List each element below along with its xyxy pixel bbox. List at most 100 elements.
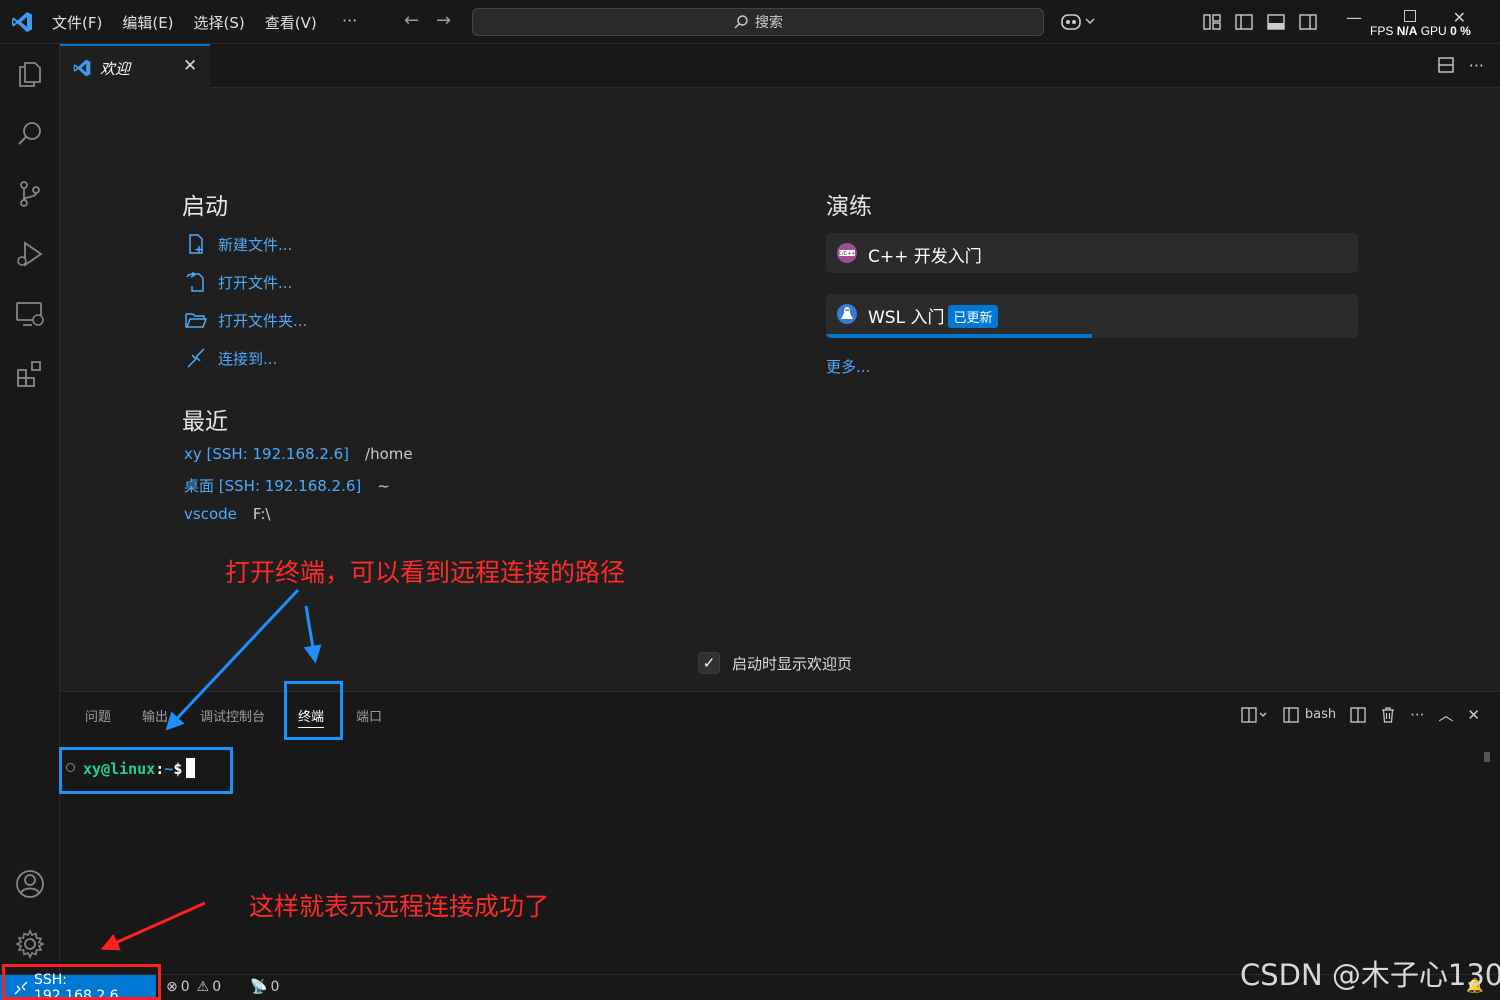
show-welcome-checkbox[interactable]: ✓ xyxy=(698,652,720,674)
new-file-icon xyxy=(189,234,203,254)
activity-bar xyxy=(0,44,60,974)
menu-view[interactable]: 查看(V) xyxy=(265,12,327,33)
terminal-shell-selector[interactable]: bash xyxy=(1283,706,1337,723)
walkthrough-wsl-title: WSL 入门 xyxy=(868,308,945,328)
svg-text:C/C++: C/C++ xyxy=(838,251,855,257)
maximize-panel-icon[interactable]: ︿ xyxy=(1438,704,1453,725)
explorer-icon[interactable] xyxy=(14,58,46,90)
maximize-icon[interactable] xyxy=(1404,10,1416,22)
bottom-panel: 问题 输出 调试控制台 终端 端口 bash ··· ︿ ✕ xyxy=(60,691,1500,974)
open-folder-link[interactable]: 打开文件夹... xyxy=(184,308,307,332)
back-arrow-icon[interactable]: ← xyxy=(404,10,419,31)
warning-count: 0 xyxy=(212,979,222,995)
command-center-search[interactable]: 搜索 xyxy=(472,8,1044,36)
recent-item-path: F:\ xyxy=(252,505,271,523)
error-icon: ⊗ xyxy=(166,979,178,995)
split-editor-icon[interactable] xyxy=(1437,56,1455,74)
connect-to-label: 连接到... xyxy=(218,349,278,368)
tab-ports[interactable]: 端口 xyxy=(356,706,382,725)
walkthrough-cpp-label: C++ 开发入门 xyxy=(868,247,982,267)
fps-label: FPS xyxy=(1370,24,1394,38)
vscode-logo-icon[interactable] xyxy=(10,10,34,34)
editor-actions: ··· xyxy=(1437,56,1484,75)
more-walkthroughs-link[interactable]: 更多... xyxy=(826,356,870,377)
recent-item-path: ~ xyxy=(377,477,390,495)
customize-layout-icon[interactable] xyxy=(1202,12,1222,32)
toggle-panel-icon[interactable] xyxy=(1266,12,1286,32)
terminal-annotation-text: 打开终端，可以看到远程连接的路径 xyxy=(225,558,626,587)
title-bar: 文件(F) 编辑(E) 选择(S) 查看(V) ··· ← → 搜索 — ✕ F… xyxy=(0,0,1500,44)
tab-debug-console[interactable]: 调试控制台 xyxy=(200,706,265,725)
menu-bar: 文件(F) 编辑(E) 选择(S) 查看(V) xyxy=(52,0,337,44)
walkthroughs-section-title: 演练 xyxy=(826,194,872,220)
more-actions-icon[interactable]: ··· xyxy=(1469,56,1484,75)
terminal-layout-icon xyxy=(1283,706,1299,723)
walkthrough-wsl-label: WSL 入门 已更新 xyxy=(868,303,998,328)
open-file-link[interactable]: 打开文件... xyxy=(184,270,292,294)
terminal-scrollbar[interactable] xyxy=(1484,752,1490,967)
new-file-link[interactable]: 新建文件... xyxy=(184,232,292,256)
recent-item: xy [SSH: 192.168.2.6] /home xyxy=(184,445,413,463)
status-annotation-text: 这样就表示远程连接成功了 xyxy=(249,892,550,921)
remote-indicator-highlight-box xyxy=(2,964,161,1000)
ports-status[interactable]: 📡 0 xyxy=(250,979,279,995)
tab-close-icon[interactable]: ✕ xyxy=(183,56,197,76)
menu-edit[interactable]: 编辑(E) xyxy=(122,12,183,33)
run-debug-icon[interactable] xyxy=(14,238,46,270)
open-file-icon xyxy=(186,271,204,292)
start-section-title: 启动 xyxy=(182,194,228,220)
trash-icon[interactable] xyxy=(1380,706,1396,723)
error-count: 0 xyxy=(180,979,190,995)
walkthrough-cpp-card[interactable]: C/C++ C++ 开发入门 xyxy=(826,233,1358,273)
split-terminal-icon[interactable] xyxy=(1350,706,1366,723)
tab-output[interactable]: 输出 xyxy=(142,706,168,725)
open-file-label: 打开文件... xyxy=(218,273,293,292)
recent-item-link[interactable]: vscode xyxy=(184,505,237,523)
new-file-label: 新建文件... xyxy=(218,235,293,254)
accounts-icon[interactable] xyxy=(14,868,46,900)
warning-icon: ⚠ xyxy=(196,979,210,995)
cpp-icon: C/C++ xyxy=(837,243,857,263)
terminal-tab-highlight-box xyxy=(284,681,343,740)
extensions-icon[interactable] xyxy=(14,358,46,390)
walkthrough-wsl-progress-bar xyxy=(826,334,1092,338)
recent-item-link[interactable]: 桌面 [SSH: 192.168.2.6] xyxy=(184,477,361,495)
walkthrough-wsl-card[interactable]: WSL 入门 已更新 xyxy=(826,294,1358,338)
terminal-prompt-highlight-box xyxy=(59,747,233,794)
recent-item-path: /home xyxy=(365,445,413,463)
menu-more-button[interactable]: ··· xyxy=(342,11,357,30)
toggle-secondary-sidebar-icon[interactable] xyxy=(1298,12,1318,32)
search-icon[interactable] xyxy=(14,118,46,150)
menu-file[interactable]: 文件(F) xyxy=(52,12,112,33)
tab-problems[interactable]: 问题 xyxy=(85,706,111,725)
broadcast-icon: 📡 xyxy=(250,979,268,995)
forward-arrow-icon[interactable]: → xyxy=(436,10,451,31)
recent-section-title: 最近 xyxy=(182,409,228,435)
panel-more-icon[interactable]: ··· xyxy=(1410,706,1424,724)
close-panel-icon[interactable]: ✕ xyxy=(1467,706,1480,724)
copilot-icon[interactable] xyxy=(1060,10,1100,34)
search-icon xyxy=(734,15,748,29)
show-welcome-on-startup: ✓ 启动时显示欢迎页 xyxy=(698,652,852,674)
show-welcome-label: 启动时显示欢迎页 xyxy=(732,654,853,673)
panel-actions: bash ··· ︿ ✕ xyxy=(1241,704,1480,725)
connect-to-link[interactable]: 连接到... xyxy=(184,346,277,370)
open-folder-label: 打开文件夹... xyxy=(218,311,308,330)
toggle-primary-sidebar-icon[interactable] xyxy=(1234,12,1254,32)
search-label: 搜索 xyxy=(755,15,783,31)
new-terminal-split-icon[interactable] xyxy=(1241,706,1269,723)
recent-item: vscode F:\ xyxy=(184,505,270,523)
menu-selection[interactable]: 选择(S) xyxy=(194,12,255,33)
minimize-icon[interactable]: — xyxy=(1346,8,1362,27)
tab-welcome[interactable]: 欢迎 ✕ xyxy=(60,44,210,88)
ports-count: 0 xyxy=(270,979,280,995)
source-control-icon[interactable] xyxy=(14,178,46,210)
shell-label: bash xyxy=(1304,707,1337,722)
recent-item-link[interactable]: xy [SSH: 192.168.2.6] xyxy=(184,445,349,463)
settings-gear-icon[interactable] xyxy=(14,928,46,960)
tab-welcome-label: 欢迎 xyxy=(100,60,131,78)
remote-explorer-icon[interactable] xyxy=(14,298,46,330)
fps-value: N/A xyxy=(1396,24,1418,38)
vscode-logo-icon xyxy=(73,59,91,77)
problems-status[interactable]: ⊗ 0 ⚠ 0 xyxy=(166,979,221,995)
